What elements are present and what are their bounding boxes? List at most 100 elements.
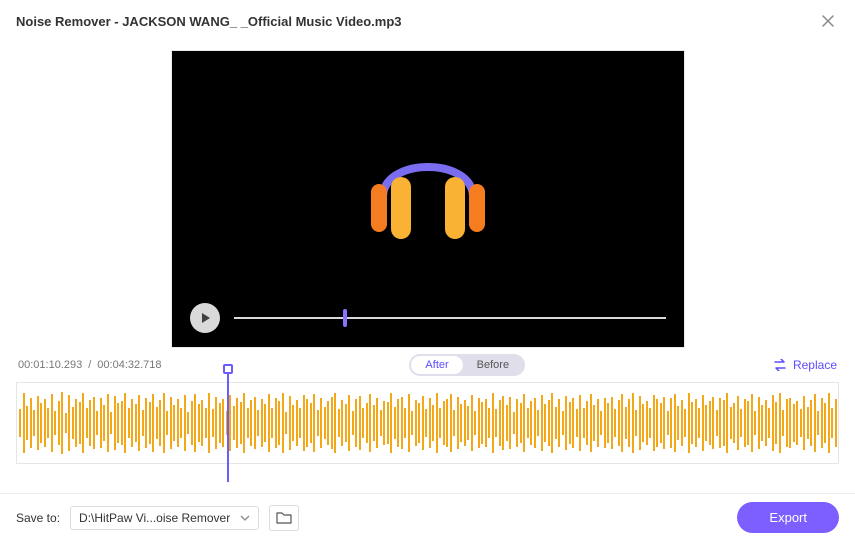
toggle-before[interactable]: Before (463, 356, 523, 374)
waveform-bar (495, 409, 497, 437)
headphones-icon (363, 129, 493, 254)
waveform-bar (520, 403, 522, 443)
waveform-bar (208, 393, 210, 453)
preview-area (0, 42, 855, 348)
waveform-bar (681, 400, 683, 446)
waveform-bar (628, 399, 630, 447)
waveform-bar (23, 393, 25, 453)
waveform-bar (75, 399, 77, 447)
playhead-knob[interactable] (223, 364, 233, 374)
window-title: Noise Remover - JACKSON WANG_ _Official … (16, 14, 402, 29)
waveform-bar (583, 408, 585, 438)
time-total: 00:04:32.718 (97, 359, 161, 371)
waveform-bar (716, 410, 718, 436)
waveform-bar (597, 399, 599, 447)
waveform-bar (114, 396, 116, 450)
waveform-bar (548, 400, 550, 446)
waveform-bar (600, 411, 602, 435)
open-folder-button[interactable] (269, 505, 299, 531)
waveform-bar (621, 394, 623, 452)
waveform-bar (110, 412, 112, 434)
waveform-bar (103, 405, 105, 441)
waveform-bar (156, 407, 158, 439)
waveform-bar (285, 412, 287, 434)
progress-bar[interactable] (234, 317, 666, 319)
waveform-bar (331, 397, 333, 449)
waveform-bar (744, 399, 746, 447)
waveform-bar (523, 394, 525, 452)
save-path-dropdown[interactable]: D:\HitPaw Vi...oise Remover (70, 506, 259, 530)
waveform-bar (471, 395, 473, 451)
waveform-bar (243, 393, 245, 453)
waveform-bar (579, 395, 581, 451)
waveform-bar (142, 410, 144, 436)
waveform-bar (516, 399, 518, 447)
waveform-bar (380, 410, 382, 436)
after-before-toggle[interactable]: After Before (409, 354, 525, 376)
waveform-bar (789, 398, 791, 448)
timecode: 00:01:10.293 / 00:04:32.718 (18, 359, 162, 371)
waveform-bar (373, 405, 375, 441)
waveform-bar (341, 400, 343, 446)
waveform-bar (695, 399, 697, 447)
close-button[interactable] (817, 10, 839, 32)
waveform-bar (639, 396, 641, 450)
waveform-bar (282, 393, 284, 453)
waveform-bar (614, 409, 616, 437)
waveform-bar (51, 394, 53, 452)
play-button[interactable] (190, 303, 220, 333)
waveform-bar (198, 404, 200, 442)
waveform-bar (173, 405, 175, 441)
waveform-bar (257, 410, 259, 436)
waveform-bar (653, 395, 655, 451)
waveform-bar (303, 395, 305, 451)
waveform-bar (772, 395, 774, 451)
waveform-bar (464, 400, 466, 446)
waveform-bar (159, 400, 161, 446)
waveform-bar (558, 399, 560, 447)
waveform-bar (499, 400, 501, 446)
waveform-bar (467, 406, 469, 440)
toggle-after[interactable]: After (411, 356, 462, 374)
waveform-bar (604, 398, 606, 448)
waveform-bar (562, 411, 564, 435)
waveform-bar (26, 406, 28, 440)
waveform-bar (656, 399, 658, 447)
waveform-bar (607, 403, 609, 443)
waveform-bar (121, 401, 123, 445)
waveform-bar (646, 401, 648, 445)
waveform-bar (712, 397, 714, 449)
swap-icon (773, 359, 787, 371)
waveform-bar (299, 408, 301, 438)
waveform-bar (740, 409, 742, 437)
replace-button[interactable]: Replace (773, 358, 837, 372)
waveform[interactable] (16, 382, 839, 464)
waveform-bar (674, 394, 676, 452)
waveform-bar (362, 408, 364, 438)
waveform-bar (534, 398, 536, 448)
waveform-bar (632, 393, 634, 453)
waveform-bar (688, 393, 690, 453)
waveform-bar (576, 409, 578, 437)
waveform-bar (397, 399, 399, 447)
waveform-bar (814, 394, 816, 452)
waveform-bar (366, 403, 368, 443)
export-button[interactable]: Export (737, 502, 839, 533)
waveform-bar (726, 393, 728, 453)
waveform-bar (79, 402, 81, 444)
chevron-down-icon (240, 515, 250, 521)
waveform-bar (117, 403, 119, 443)
waveform-bar (320, 398, 322, 448)
waveform-bar (565, 396, 567, 450)
waveform-bar (544, 404, 546, 442)
waveform-bar (96, 411, 98, 435)
playhead[interactable] (227, 364, 229, 482)
time-current: 00:01:10.293 (18, 359, 82, 371)
progress-handle[interactable] (343, 309, 347, 327)
waveform-bar (667, 411, 669, 435)
waveform-bar (355, 399, 357, 447)
waveform-bar (345, 404, 347, 442)
waveform-bar (61, 392, 63, 454)
waveform-bar (782, 410, 784, 436)
waveform-bar (313, 394, 315, 452)
